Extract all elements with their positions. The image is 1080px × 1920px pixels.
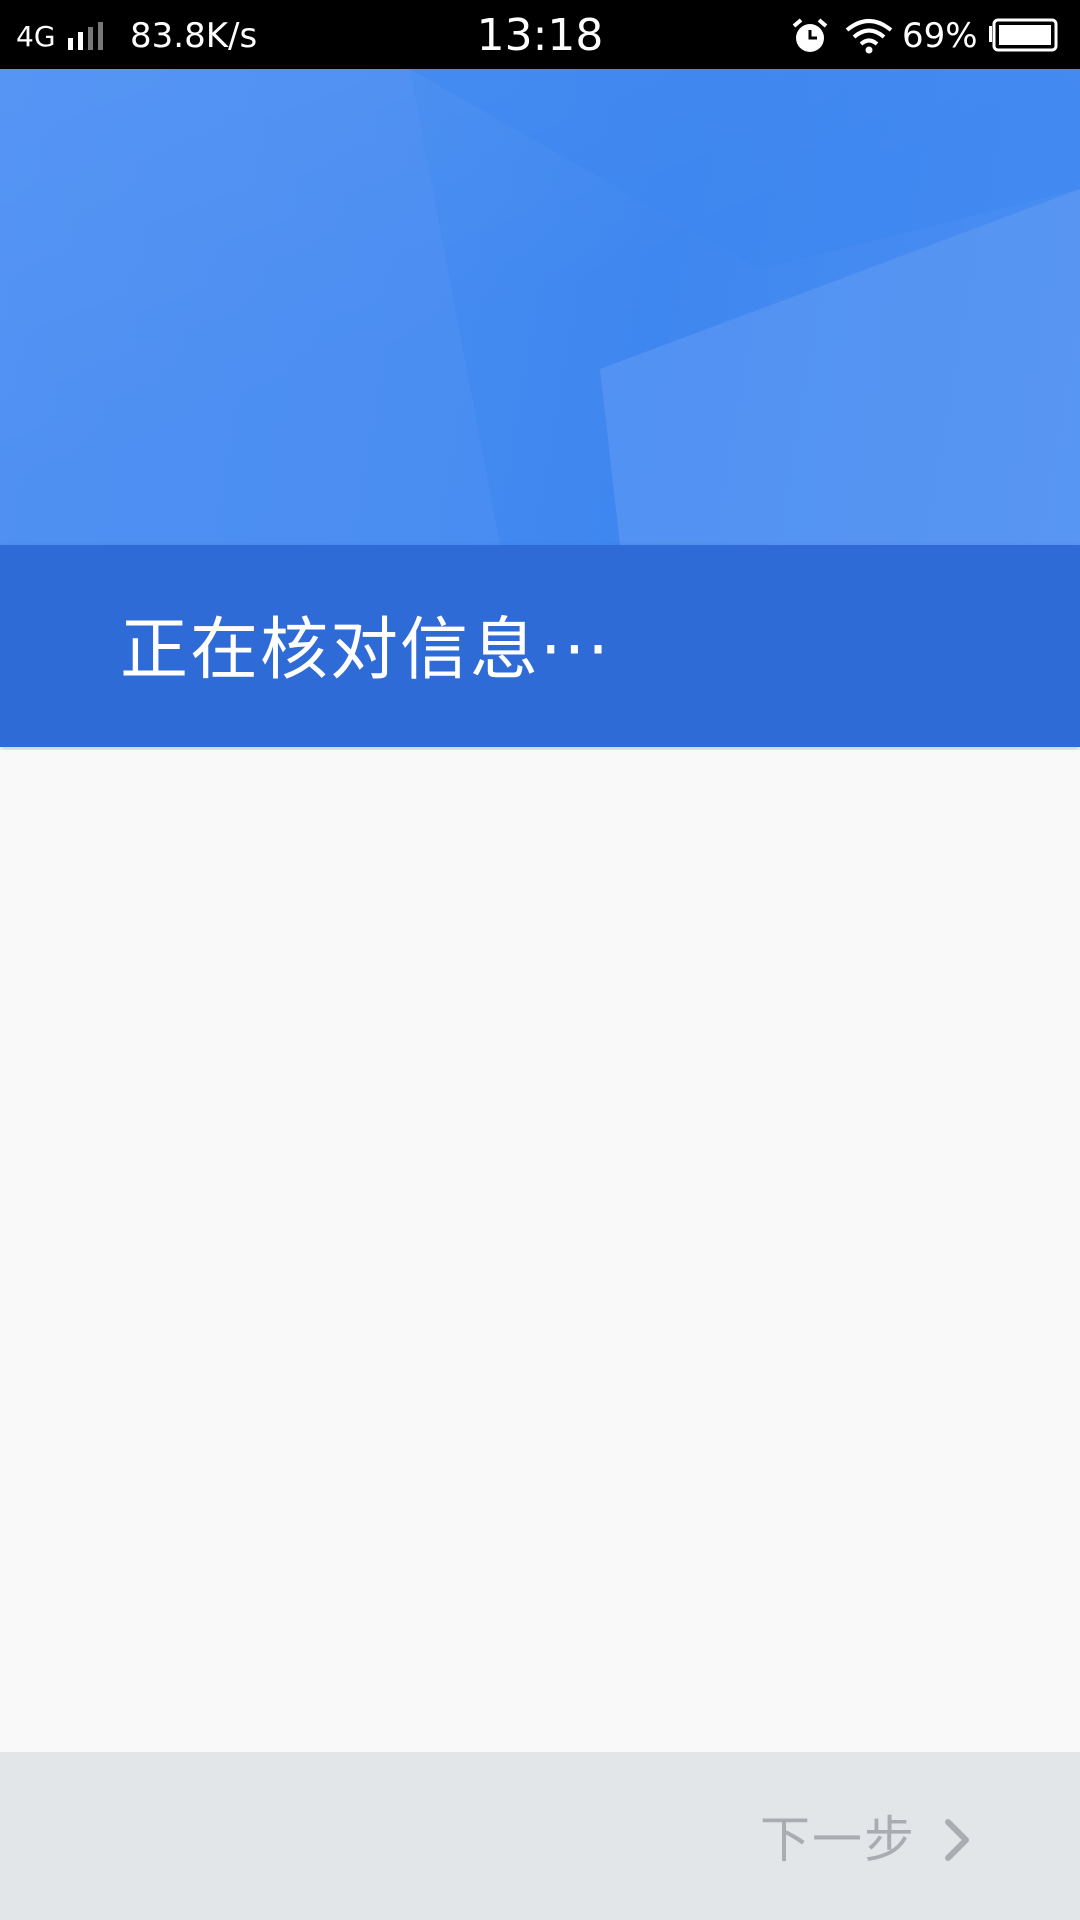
battery-icon xyxy=(989,18,1058,52)
alarm-icon xyxy=(792,18,828,52)
wifi-icon xyxy=(845,19,893,54)
banner-title: 正在核对信息··· xyxy=(120,611,611,690)
screen: 4G 83.8K/s 13:18 69% 正在核对信息··· 下一步 xyxy=(0,0,1080,1920)
header-banner xyxy=(0,69,1080,545)
next-step-label: 下一步 xyxy=(760,1811,916,1869)
chevron-right-icon xyxy=(945,1819,969,1861)
next-step-button[interactable]: 下一步 xyxy=(760,1800,980,1880)
content-area xyxy=(0,750,1080,1752)
header-decoration xyxy=(0,69,1080,545)
bottom-bar: 下一步 xyxy=(0,1752,1080,1920)
status-banner: 正在核对信息··· xyxy=(0,545,1080,747)
battery-percentage: 69% xyxy=(902,16,978,56)
status-bar: 4G 83.8K/s 13:18 69% xyxy=(0,0,1080,69)
